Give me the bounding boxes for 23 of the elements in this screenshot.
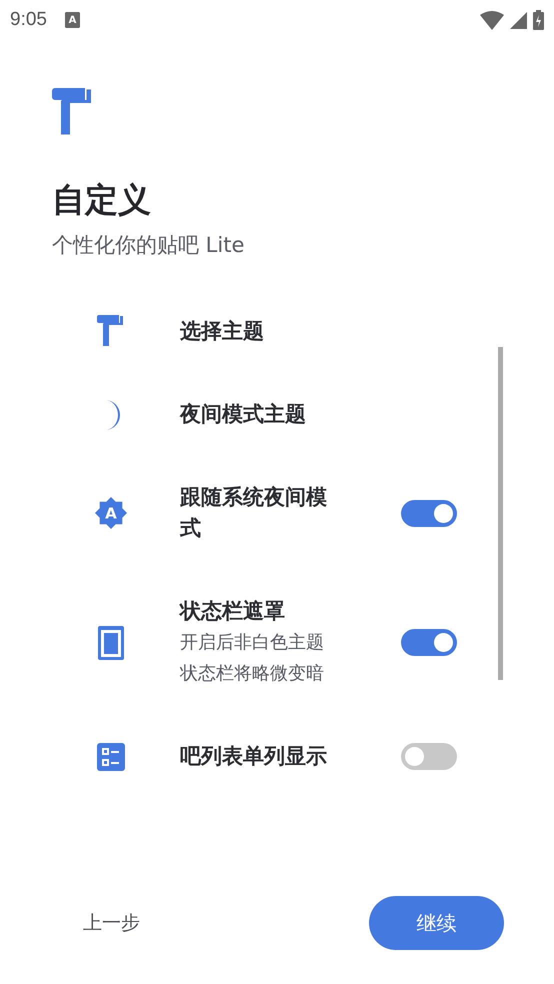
paint-roller-icon: [52, 88, 94, 136]
page-title: 自定义: [52, 179, 152, 221]
back-button[interactable]: 上一步: [70, 900, 153, 946]
page-subtitle: 个性化你的贴吧 Lite: [52, 232, 246, 259]
setting-title: 状态栏遮罩: [180, 598, 286, 625]
signal-icon: [510, 12, 527, 28]
setting-description: 开启后非白色主题状态栏将略微变暗: [180, 631, 325, 686]
status-time: 9:05: [10, 9, 47, 31]
toggle-switch[interactable]: [401, 500, 457, 526]
setting-title: 吧列表单列显示: [180, 743, 328, 770]
continue-button[interactable]: 继续: [369, 896, 504, 950]
paint-roller-icon: [97, 315, 125, 347]
toggle-switch[interactable]: [401, 743, 457, 770]
toggle-switch[interactable]: [401, 629, 457, 656]
list-icon: [97, 742, 125, 770]
setting-title[interactable]: 选择主题: [180, 316, 340, 346]
battery-icon: [533, 10, 544, 30]
auto-theme-icon: A: [95, 496, 127, 530]
keyboard-notification-icon: A: [64, 12, 80, 28]
setting-title: 跟随系统夜间模式: [180, 484, 328, 542]
setting-title[interactable]: 夜间模式主题: [180, 399, 340, 430]
wifi-icon: [480, 10, 504, 30]
phone-frame-icon: [98, 626, 124, 660]
